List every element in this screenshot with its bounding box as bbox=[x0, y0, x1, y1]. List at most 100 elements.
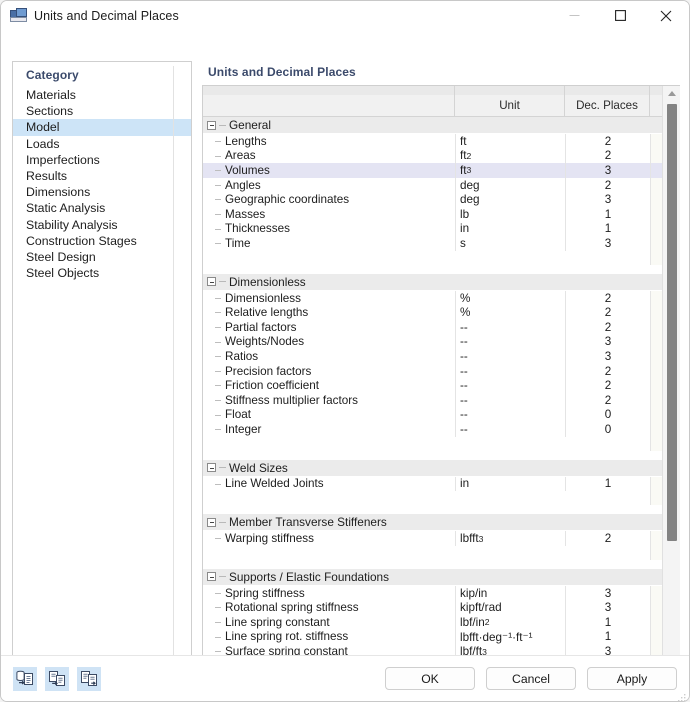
row-dec-places-cell[interactable]: 3 bbox=[565, 600, 650, 616]
apply-button[interactable]: Apply bbox=[587, 667, 677, 690]
group-header[interactable]: Member Transverse Stiffeners bbox=[203, 514, 662, 532]
row-unit-cell[interactable]: -- bbox=[455, 334, 565, 350]
table-row[interactable]: Rotational spring stiffness kipft/rad 3 bbox=[203, 600, 662, 616]
sidebar-item-steel-design[interactable]: Steel Design bbox=[13, 249, 191, 265]
group-header[interactable]: General bbox=[203, 117, 662, 134]
table-row[interactable]: Float -- 0 bbox=[203, 407, 662, 423]
row-unit-cell[interactable]: ft 3 bbox=[455, 163, 565, 178]
table-row[interactable]: Friction coefficient -- 2 bbox=[203, 378, 662, 393]
sidebar-item-static-analysis[interactable]: Static Analysis bbox=[13, 200, 191, 216]
units-grid-vscrollbar[interactable] bbox=[662, 86, 680, 677]
table-row[interactable]: Spring stiffness kip/in 3 bbox=[203, 585, 662, 601]
row-dec-places-cell[interactable]: 1 bbox=[565, 615, 650, 630]
row-unit-cell[interactable]: s bbox=[455, 236, 565, 251]
column-header-dec-places[interactable]: Dec. Places bbox=[565, 95, 650, 116]
collapse-minus-icon[interactable] bbox=[207, 572, 216, 582]
copy-units-icon[interactable] bbox=[45, 666, 69, 691]
table-row[interactable]: Masses lb 1 bbox=[203, 206, 662, 222]
row-dec-places-cell[interactable]: 2 bbox=[565, 363, 650, 379]
sidebar-item-imperfections[interactable]: Imperfections bbox=[13, 152, 191, 168]
collapse-minus-icon[interactable] bbox=[207, 277, 216, 287]
row-dec-places-cell[interactable]: 3 bbox=[565, 585, 650, 601]
table-row[interactable]: Precision factors -- 2 bbox=[203, 363, 662, 379]
row-dec-places-cell[interactable]: 2 bbox=[565, 290, 650, 306]
row-unit-cell[interactable]: -- bbox=[455, 392, 565, 408]
row-unit-cell[interactable]: deg bbox=[455, 192, 565, 207]
sidebar-item-construction-stages[interactable]: Construction Stages bbox=[13, 233, 191, 249]
table-row[interactable]: Relative lengths% 2 bbox=[203, 305, 662, 320]
row-dec-places-cell[interactable]: 3 bbox=[565, 236, 650, 251]
row-unit-cell[interactable]: -- bbox=[455, 363, 565, 379]
scroll-up-icon[interactable] bbox=[663, 86, 680, 100]
collapse-minus-icon[interactable] bbox=[207, 463, 216, 473]
table-row[interactable]: Ratios -- 3 bbox=[203, 349, 662, 364]
row-unit-cell[interactable]: ft 2 bbox=[455, 148, 565, 164]
column-header-name[interactable] bbox=[203, 95, 455, 116]
sidebar-item-materials[interactable]: Materials bbox=[13, 87, 191, 103]
export-units-icon[interactable] bbox=[77, 666, 101, 691]
row-dec-places-cell[interactable]: 1 bbox=[565, 206, 650, 222]
table-row[interactable]: Dimensionless% 2 bbox=[203, 290, 662, 306]
group-header[interactable]: Dimensionless bbox=[203, 273, 662, 291]
sidebar-item-results[interactable]: Results bbox=[13, 168, 191, 184]
sidebar-item-steel-objects[interactable]: Steel Objects bbox=[13, 265, 191, 281]
row-dec-places-cell[interactable]: 3 bbox=[565, 163, 650, 178]
row-unit-cell[interactable]: % bbox=[455, 305, 565, 320]
units-grid-vscrollbar-thumb[interactable] bbox=[667, 104, 677, 541]
row-dec-places-cell[interactable]: 2 bbox=[565, 392, 650, 408]
table-row[interactable]: Partial factors -- 2 bbox=[203, 319, 662, 335]
table-row[interactable]: Areas ft 2 2 bbox=[203, 148, 662, 164]
table-row[interactable]: Volumes ft 3 3 bbox=[203, 163, 662, 178]
cancel-button[interactable]: Cancel bbox=[486, 667, 576, 690]
row-unit-cell[interactable]: ft bbox=[455, 134, 565, 149]
row-unit-cell[interactable]: % bbox=[455, 290, 565, 306]
sidebar-item-model[interactable]: Model bbox=[13, 119, 191, 136]
row-dec-places-cell[interactable]: 3 bbox=[565, 334, 650, 350]
row-unit-cell[interactable]: -- bbox=[455, 349, 565, 364]
group-header[interactable]: Weld Sizes bbox=[203, 459, 662, 477]
table-row[interactable]: Integer -- 0 bbox=[203, 422, 662, 437]
row-unit-cell[interactable]: lbfft 3 bbox=[455, 531, 565, 546]
ok-button[interactable]: OK bbox=[385, 667, 475, 690]
group-header[interactable]: Supports / Elastic Foundations bbox=[203, 568, 662, 586]
row-unit-cell[interactable]: deg bbox=[455, 177, 565, 193]
table-row[interactable]: Angles deg 2 bbox=[203, 177, 662, 193]
row-unit-cell[interactable]: -- bbox=[455, 422, 565, 437]
collapse-minus-icon[interactable] bbox=[207, 517, 216, 527]
row-dec-places-cell[interactable]: 2 bbox=[565, 531, 650, 546]
sidebar-item-sections[interactable]: Sections bbox=[13, 103, 191, 119]
row-dec-places-cell[interactable]: 2 bbox=[565, 177, 650, 193]
sidebar-item-loads[interactable]: Loads bbox=[13, 136, 191, 152]
table-row[interactable]: Line spring constant lbf/in 2 1 bbox=[203, 615, 662, 630]
row-unit-cell[interactable]: -- bbox=[455, 319, 565, 335]
table-row[interactable]: Lengths ft 2 bbox=[203, 134, 662, 149]
row-dec-places-cell[interactable]: 2 bbox=[565, 305, 650, 320]
row-dec-places-cell[interactable]: 2 bbox=[565, 148, 650, 164]
sidebar-item-dimensions[interactable]: Dimensions bbox=[13, 184, 191, 200]
row-unit-cell[interactable]: lb bbox=[455, 206, 565, 222]
row-unit-cell[interactable]: in bbox=[455, 476, 565, 492]
minimize-button[interactable] bbox=[551, 1, 597, 30]
row-dec-places-cell[interactable]: 2 bbox=[565, 319, 650, 335]
row-unit-cell[interactable]: in bbox=[455, 221, 565, 237]
row-unit-cell[interactable]: -- bbox=[455, 407, 565, 423]
close-button[interactable] bbox=[643, 1, 689, 30]
row-dec-places-cell[interactable]: 1 bbox=[565, 221, 650, 237]
import-units-icon[interactable] bbox=[13, 666, 37, 691]
collapse-minus-icon[interactable] bbox=[207, 120, 216, 130]
table-row[interactable]: Thicknesses in 1 bbox=[203, 221, 662, 237]
row-dec-places-cell[interactable]: 0 bbox=[565, 407, 650, 423]
maximize-button[interactable] bbox=[597, 1, 643, 30]
row-dec-places-cell[interactable]: 0 bbox=[565, 422, 650, 437]
table-row[interactable]: Line Welded Joints in 1 bbox=[203, 476, 662, 492]
table-row[interactable]: Line spring rot. stiffness lbfft·deg⁻¹·ft… bbox=[203, 629, 662, 645]
row-dec-places-cell[interactable]: 2 bbox=[565, 378, 650, 393]
column-header-unit[interactable]: Unit bbox=[455, 95, 565, 116]
table-row[interactable]: Time s 3 bbox=[203, 236, 662, 251]
row-unit-cell[interactable]: lbf/in 2 bbox=[455, 615, 565, 630]
table-row[interactable]: Stiffness multiplier factors -- 2 bbox=[203, 392, 662, 408]
row-dec-places-cell[interactable]: 1 bbox=[565, 629, 650, 645]
row-unit-cell[interactable]: kipft/rad bbox=[455, 600, 565, 616]
row-unit-cell[interactable]: -- bbox=[455, 378, 565, 393]
row-unit-cell[interactable]: kip/in bbox=[455, 585, 565, 601]
